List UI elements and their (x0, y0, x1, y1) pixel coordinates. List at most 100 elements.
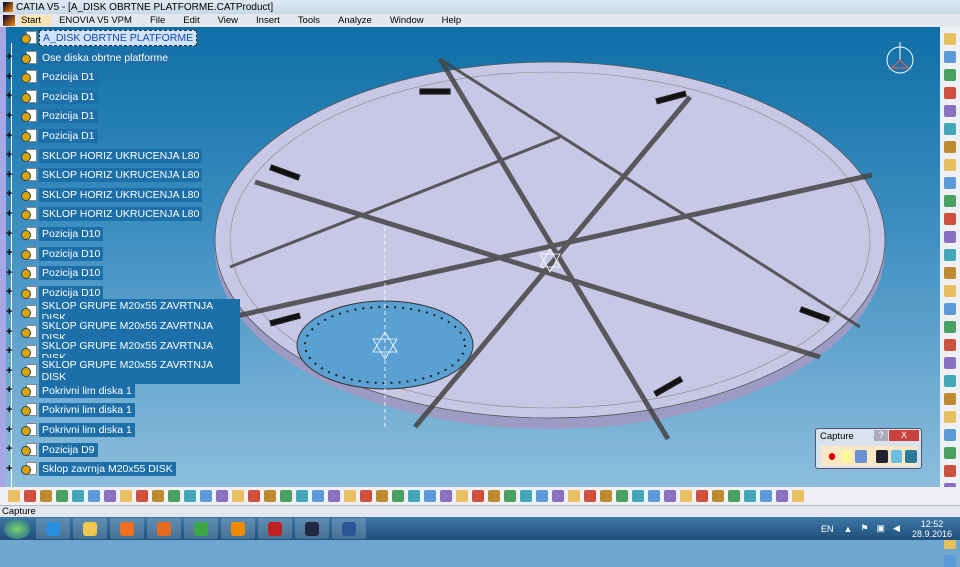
tree-item[interactable]: + Pozicija D10 (6, 226, 104, 242)
toolbar-tool-icon[interactable] (168, 490, 180, 502)
toolbar-tool-icon[interactable] (944, 447, 956, 459)
expand-icon[interactable]: + (6, 306, 15, 317)
tree-item[interactable]: +SKLOP GRUPE M20x55 ZAVRTNJA DISK (6, 338, 240, 365)
expand-icon[interactable]: + (6, 110, 15, 121)
expand-icon[interactable]: + (6, 346, 15, 357)
menu-enovia[interactable]: ENOVIA V5 VPM (59, 15, 132, 26)
tree-item[interactable]: + SKLOP HORIZ UKRUCENJA L80 (6, 167, 203, 183)
tree-item[interactable]: + SKLOP HORIZ UKRUCENJA L80 (6, 206, 203, 222)
menu-view[interactable]: View (218, 15, 238, 26)
tree-item[interactable]: +SKLOP GRUPE M20x55 ZAVRTNJA DISK (6, 358, 240, 385)
expand-icon[interactable]: + (6, 150, 15, 161)
toolbar-tool-icon[interactable] (944, 285, 956, 297)
tree-item[interactable]: +SKLOP GRUPE M20x55 ZAVRTNJA DISK (6, 319, 240, 345)
toolbar-tool-icon[interactable] (728, 490, 740, 502)
expand-icon[interactable]: + (6, 228, 15, 239)
toolbar-tool-icon[interactable] (408, 490, 420, 502)
toolbar-tool-icon[interactable] (120, 490, 132, 502)
expand-icon[interactable]: + (6, 444, 15, 455)
menu-insert[interactable]: Insert (256, 15, 280, 26)
toolbar-tool-icon[interactable] (504, 490, 516, 502)
toolbar-tool-icon[interactable] (248, 490, 260, 502)
toolbar-tool-icon[interactable] (216, 490, 228, 502)
toolbar-tool-icon[interactable] (536, 490, 548, 502)
options-icon[interactable] (855, 449, 868, 463)
tree-item[interactable]: + Pozicija D1 (6, 128, 98, 144)
toolbar-tool-icon[interactable] (600, 490, 612, 502)
toolbar-tool-icon[interactable] (40, 490, 52, 502)
toolbar-tool-icon[interactable] (944, 555, 956, 567)
menu-analyze[interactable]: Analyze (338, 15, 372, 26)
toolbar-tool-icon[interactable] (632, 490, 644, 502)
toolbar-tool-icon[interactable] (72, 490, 84, 502)
toolbar-tool-icon[interactable] (712, 490, 724, 502)
toolbar-tool-icon[interactable] (744, 490, 756, 502)
toolbar-tool-icon[interactable] (944, 411, 956, 423)
toolbar-tool-icon[interactable] (944, 69, 956, 81)
tree-item[interactable]: + Pokrivni lim diska 1 (6, 402, 135, 418)
toolbar-tool-icon[interactable] (424, 490, 436, 502)
expand-icon[interactable]: + (6, 169, 15, 180)
toolbar-tool-icon[interactable] (104, 490, 116, 502)
toolbar-tool-icon[interactable] (88, 490, 100, 502)
toolbar-tool-icon[interactable] (56, 490, 68, 502)
tree-item[interactable]: + Pozicija D1 (6, 89, 98, 105)
toolbar-tool-icon[interactable] (264, 490, 276, 502)
expand-icon[interactable]: + (6, 189, 15, 200)
edit-capture-icon[interactable] (905, 449, 918, 463)
toolbar-tool-icon[interactable] (552, 490, 564, 502)
record-icon[interactable] (826, 449, 838, 463)
toolbar-tool-icon[interactable] (584, 490, 596, 502)
taskbar-vlc[interactable] (221, 518, 255, 539)
taskbar-file-explorer[interactable] (73, 518, 107, 539)
toolbar-tool-icon[interactable] (944, 123, 956, 135)
toolbar-tool-icon[interactable] (136, 490, 148, 502)
toolbar-tool-icon[interactable] (200, 490, 212, 502)
toolbar-tool-icon[interactable] (760, 490, 772, 502)
close-button[interactable]: X (889, 430, 919, 441)
tree-item[interactable]: + Pozicija D1 (6, 69, 98, 85)
tree-item[interactable]: + Pozicija D1 (6, 108, 98, 124)
toolbar-tool-icon[interactable] (944, 87, 956, 99)
tree-item[interactable]: + Pozicija D10 (6, 285, 104, 301)
toolbar-tool-icon[interactable] (24, 490, 36, 502)
toolbar-tool-icon[interactable] (944, 267, 956, 279)
tree-item[interactable]: + Pozicija D9 (6, 442, 98, 458)
taskbar-word[interactable] (332, 518, 366, 539)
toolbar-tool-icon[interactable] (152, 490, 164, 502)
taskbar-media-player[interactable] (110, 518, 144, 539)
taskbar-app-dark[interactable] (295, 518, 329, 539)
expand-icon[interactable]: + (6, 267, 15, 278)
toolbar-tool-icon[interactable] (280, 490, 292, 502)
toolbar-tool-icon[interactable] (360, 490, 372, 502)
help-button[interactable]: ? (874, 430, 888, 441)
menu-window[interactable]: Window (390, 15, 424, 26)
catia-menu-icon[interactable] (3, 15, 15, 26)
select-icon[interactable] (840, 449, 853, 463)
toolbar-tool-icon[interactable] (184, 490, 196, 502)
expand-icon[interactable]: + (6, 71, 15, 82)
network-icon[interactable]: ▣ (877, 523, 886, 534)
taskbar-internet-explorer[interactable] (36, 518, 70, 539)
toolbar-tool-icon[interactable] (944, 393, 956, 405)
toolbar-tool-icon[interactable] (944, 357, 956, 369)
toolbar-tool-icon[interactable] (232, 490, 244, 502)
toolbar-tool-icon[interactable] (8, 490, 20, 502)
toolbar-tool-icon[interactable] (376, 490, 388, 502)
toolbar-tool-icon[interactable] (680, 490, 692, 502)
expand-icon[interactable]: + (6, 326, 15, 337)
toolbar-tool-icon[interactable] (944, 177, 956, 189)
tree-item[interactable]: + Ose diska obrtne platforme (6, 50, 172, 66)
tree-item[interactable]: + Pokrivni lim diska 1 (6, 422, 135, 438)
toolbar-tool-icon[interactable] (944, 339, 956, 351)
tree-item[interactable]: +SKLOP GRUPE M20x55 ZAVRTNJA DISK (6, 299, 240, 326)
toolbar-tool-icon[interactable] (520, 490, 532, 502)
expand-icon[interactable]: + (6, 463, 15, 474)
album-icon[interactable] (890, 449, 903, 463)
tree-item[interactable]: + SKLOP HORIZ UKRUCENJA L80 (6, 187, 203, 203)
flag-icon[interactable]: ⚑ (860, 523, 868, 534)
clock[interactable]: 12:52 28.9.2016 (912, 519, 952, 539)
toolbar-tool-icon[interactable] (488, 490, 500, 502)
toolbar-tool-icon[interactable] (944, 375, 956, 387)
tree-item[interactable]: + Sklop zavrnja M20x55 DISK (6, 461, 176, 477)
